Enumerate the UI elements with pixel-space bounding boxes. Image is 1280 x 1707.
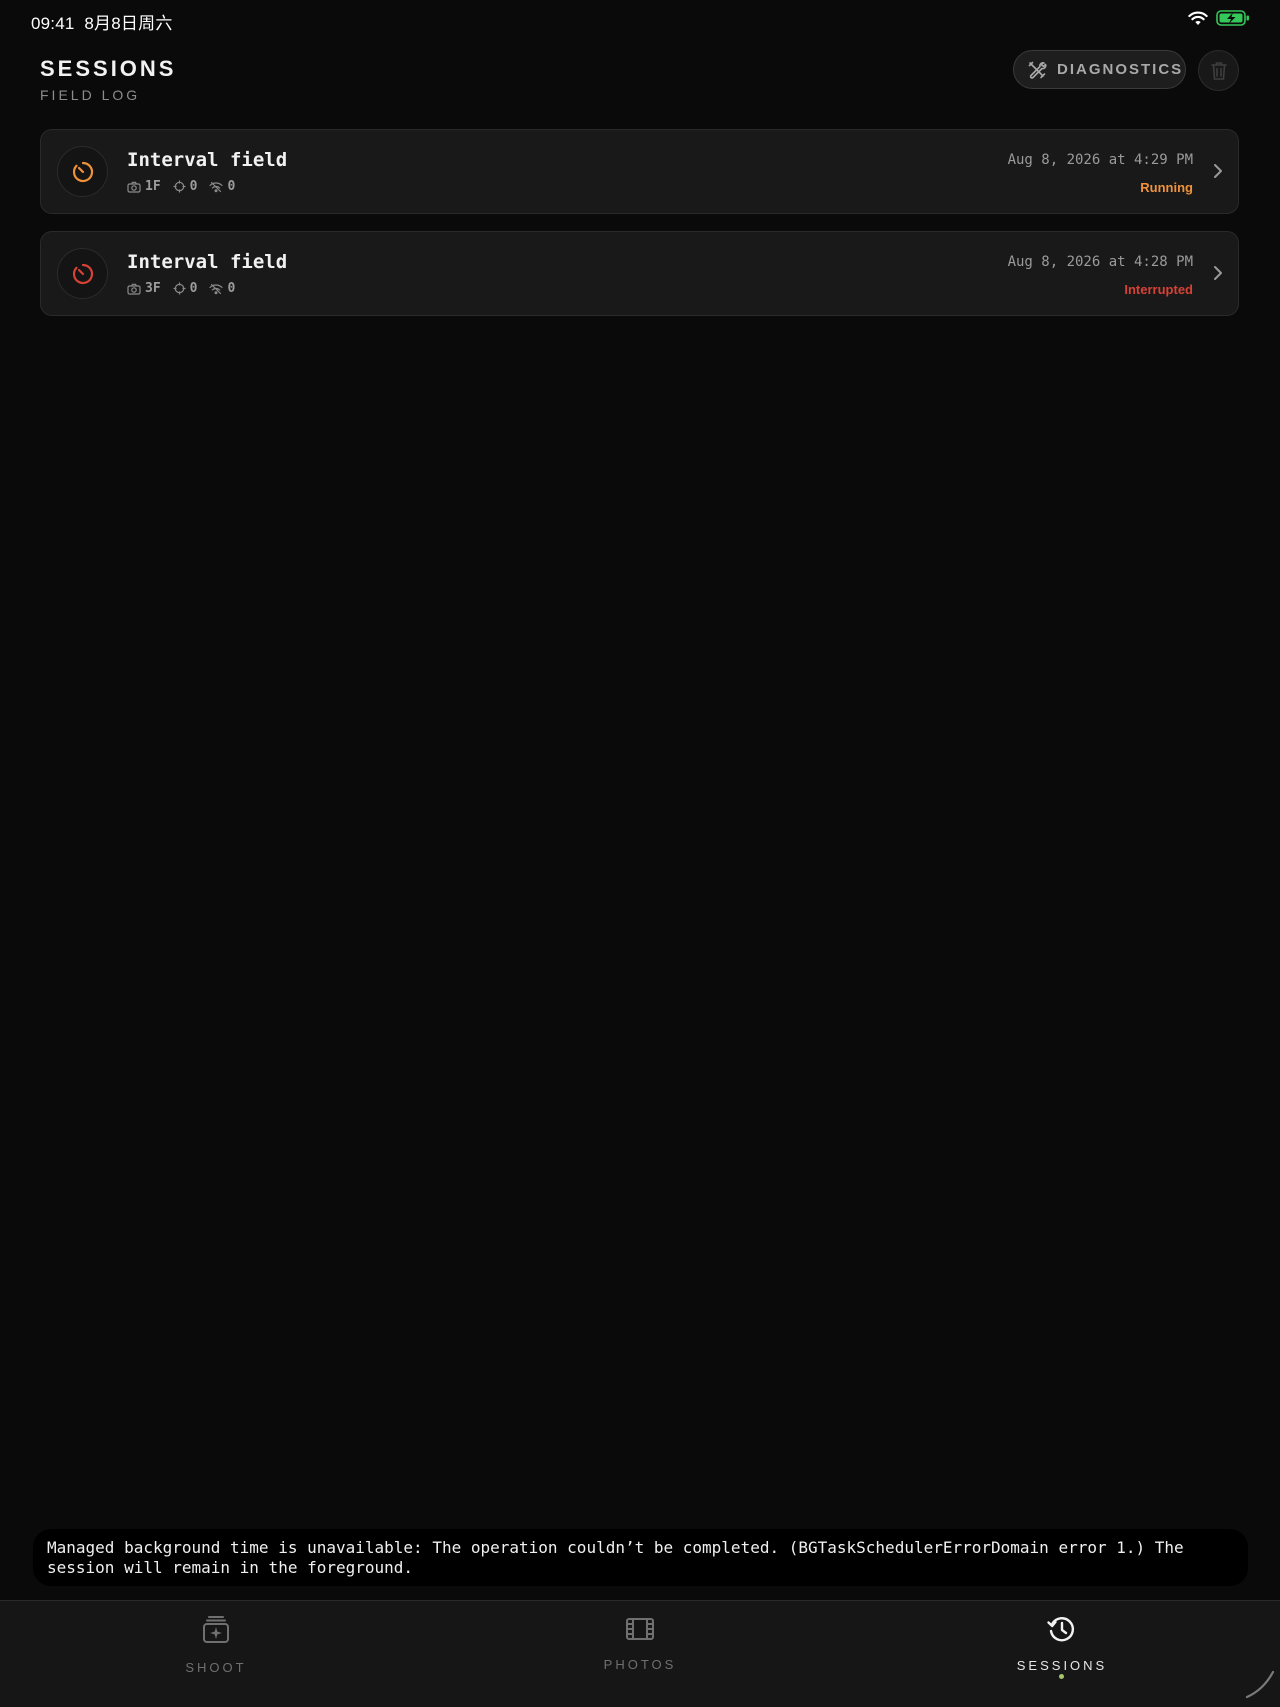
session-status-interrupted: Interrupted xyxy=(1124,282,1193,297)
page-subtitle: FIELD LOG xyxy=(40,87,141,103)
signal-value: 0 xyxy=(227,179,236,194)
tools-icon xyxy=(1028,61,1047,79)
crosshair-icon xyxy=(173,282,186,295)
session-row[interactable]: Interval field 1F 0 0 Aug 8, 2026 at 4:2… xyxy=(40,129,1239,214)
film-icon xyxy=(626,1618,654,1640)
session-status-running: Running xyxy=(1140,180,1193,195)
signal-value: 0 xyxy=(227,281,236,296)
chevron-right-icon xyxy=(1214,266,1222,280)
error-toast: Managed background time is unavailable: … xyxy=(33,1529,1248,1586)
targets-count: 0 xyxy=(173,179,198,194)
status-indicators xyxy=(1188,10,1250,26)
shoot-icon xyxy=(203,1616,229,1643)
targets-count: 0 xyxy=(173,281,198,296)
session-meta: 3F 0 0 xyxy=(127,281,235,296)
tab-sessions[interactable]: SESSIONS xyxy=(962,1601,1162,1701)
active-tab-indicator xyxy=(1059,1674,1064,1679)
status-bar: 09:41 8月8日周六 xyxy=(0,0,1280,40)
status-time: 09:41 8月8日周六 xyxy=(31,9,173,34)
session-date: Aug 8, 2026 at 4:28 PM xyxy=(1007,254,1193,270)
diagnostics-button[interactable]: DIAGNOSTICS xyxy=(1013,50,1186,89)
tab-shoot-label: SHOOT xyxy=(185,1660,247,1675)
session-row[interactable]: Interval field 3F 0 0 Aug 8, 2026 at 4:2… xyxy=(40,231,1239,316)
tab-sessions-label: SESSIONS xyxy=(1016,1658,1108,1673)
page-header: SESSIONS FIELD LOG xyxy=(40,56,176,103)
session-status-dial xyxy=(57,146,108,197)
history-icon xyxy=(1047,1617,1075,1642)
session-status-dial xyxy=(57,248,108,299)
wifi-off-icon xyxy=(209,181,224,192)
targets-value: 0 xyxy=(189,281,198,296)
session-date: Aug 8, 2026 at 4:29 PM xyxy=(1007,152,1193,168)
scribble-handle-icon[interactable] xyxy=(1244,1668,1276,1700)
tab-bar: SHOOT PHOTOS SESSIONS xyxy=(0,1600,1280,1707)
tab-photos[interactable]: PHOTOS xyxy=(540,1601,740,1701)
tab-photos-label: PHOTOS xyxy=(603,1657,677,1672)
signal-count: 0 xyxy=(209,281,235,296)
camera-icon xyxy=(127,283,141,295)
diagnostics-label: DIAGNOSTICS xyxy=(1057,61,1184,78)
camera-icon xyxy=(127,181,141,193)
targets-value: 0 xyxy=(189,179,198,194)
frames-value: 1F xyxy=(145,179,161,194)
frames-count: 3F xyxy=(127,281,161,296)
frames-count: 1F xyxy=(127,179,161,194)
page-title: SESSIONS xyxy=(40,56,177,81)
frames-value: 3F xyxy=(145,281,161,296)
trash-icon xyxy=(1210,61,1227,80)
session-name: Interval field xyxy=(127,251,288,273)
wifi-icon xyxy=(1188,11,1208,25)
status-date: 8月8日周六 xyxy=(84,14,173,33)
battery-charging-icon xyxy=(1216,10,1249,26)
timer-icon xyxy=(72,263,93,284)
tab-shoot[interactable]: SHOOT xyxy=(116,1601,316,1701)
toast-message: Managed background time is unavailable: … xyxy=(47,1538,1184,1577)
chevron-right-icon xyxy=(1214,164,1222,178)
session-meta: 1F 0 0 xyxy=(127,179,235,194)
status-clock: 09:41 xyxy=(31,14,75,33)
delete-sessions-button[interactable] xyxy=(1198,50,1239,91)
wifi-off-icon xyxy=(209,283,224,294)
timer-icon xyxy=(72,161,93,182)
session-name: Interval field xyxy=(127,149,288,171)
crosshair-icon xyxy=(173,180,186,193)
signal-count: 0 xyxy=(209,179,235,194)
